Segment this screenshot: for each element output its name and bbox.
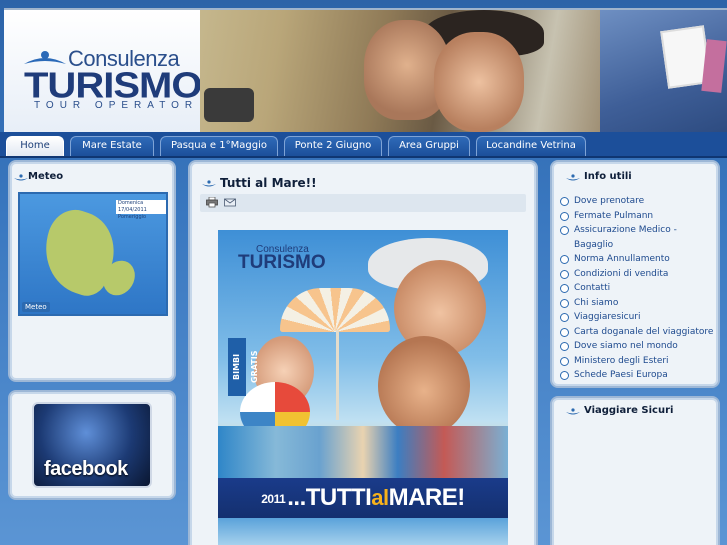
bullet-icon	[560, 371, 569, 380]
banner-year: 2011	[261, 491, 286, 506]
info-title: Info utili	[584, 171, 632, 182]
swoosh-icon	[14, 174, 28, 181]
info-label: Dove siamo nel mondo	[574, 341, 678, 351]
swoosh-icon	[566, 408, 580, 415]
bullet-icon	[560, 211, 569, 221]
facebook-label: facebook	[44, 458, 128, 480]
poster-banner: 2011...TUTTIalMARE!	[218, 478, 508, 518]
page: Consulenza TURISMO TOUR OPERATOR Home Ma…	[0, 0, 727, 545]
tab-locandine[interactable]: Locandine Vetrina	[476, 136, 586, 156]
camera-illustration	[204, 88, 254, 122]
bullet-icon	[560, 356, 569, 366]
article-title: Tutti al Mare!!	[220, 176, 317, 190]
info-link-condizioni[interactable]: Condizioni di vendita	[558, 267, 718, 282]
article-toolbar	[200, 194, 526, 212]
meteo-date: Domenica 17/04/2011 Pomeriggio	[116, 200, 166, 220]
tab-ponte-giugno[interactable]: Ponte 2 Giugno	[284, 136, 382, 156]
print-icon[interactable]	[206, 197, 218, 208]
info-label: Dove prenotare	[574, 196, 645, 206]
bullet-icon	[560, 327, 569, 337]
viaggiare-title: Viaggiare Sicuri	[584, 405, 674, 416]
info-link-carta-doganale[interactable]: Carta doganale del viaggiatore	[558, 325, 718, 340]
info-link-chi-siamo[interactable]: Chi siamo	[558, 296, 718, 311]
info-link-fermate[interactable]: Fermate Pulmann	[558, 209, 718, 224]
info-link-dove-prenotare[interactable]: Dove prenotare	[558, 194, 718, 209]
meteo-date-sub: Pomeriggio	[118, 214, 147, 220]
info-link-contatti[interactable]: Contatti	[558, 281, 718, 296]
swoosh-icon	[566, 174, 580, 181]
info-label: Assicurazione Medico - Bagaglio	[574, 225, 677, 250]
meteo-title: Meteo	[28, 171, 64, 182]
poster-logo-line2: TURISMO	[238, 252, 326, 273]
poster-bottom	[218, 518, 508, 545]
info-label: Contatti	[574, 283, 611, 293]
info-label: Chi siamo	[574, 297, 619, 308]
bullet-icon	[560, 226, 569, 235]
info-label: Condizioni di vendita	[574, 268, 669, 279]
info-label: Carta doganale del viaggiatore	[574, 326, 714, 337]
info-label: Fermate Pulmann	[574, 210, 654, 221]
info-link-viaggiaresicuri[interactable]: Viaggiaresicuri	[558, 310, 718, 325]
banner-post: MARE!	[388, 484, 466, 511]
facebook-banner[interactable]: facebook	[32, 402, 152, 488]
bullet-icon	[560, 342, 569, 351]
bullet-icon	[560, 284, 569, 293]
meteo-logo: Meteo	[22, 302, 50, 312]
facebook-panel: facebook	[8, 390, 176, 500]
meteo-panel: Meteo Domenica 17/04/2011 Pomeriggio Met…	[8, 160, 176, 382]
site-header: Consulenza TURISMO TOUR OPERATOR	[4, 8, 727, 132]
umbrella-illustration	[280, 288, 390, 332]
bimbi-gratis-badge: BIMBI GRATIS	[228, 338, 259, 396]
meteo-date-label: Domenica 17/04/2011	[118, 200, 147, 213]
bullet-icon	[560, 197, 569, 206]
man-illustration	[378, 336, 470, 436]
main-nav: Home Mare Estate Pasqua e 1°Maggio Ponte…	[0, 132, 727, 158]
logo-line3: TOUR OPERATOR	[34, 100, 199, 111]
site-logo[interactable]: Consulenza TURISMO TOUR OPERATOR	[4, 10, 202, 132]
info-link-dove-siamo[interactable]: Dove siamo nel mondo	[558, 339, 718, 354]
tab-home[interactable]: Home	[6, 136, 64, 156]
bullet-icon	[560, 269, 569, 279]
bullet-icon	[560, 313, 569, 322]
person-illustration	[434, 32, 524, 132]
umbrella-pole	[336, 330, 339, 420]
swoosh-icon	[202, 180, 216, 187]
bullet-icon	[560, 255, 569, 264]
info-link-assicurazione[interactable]: Assicurazione Medico - Bagaglio	[558, 223, 718, 252]
info-label: Schede Paesi Europa	[574, 370, 668, 380]
bullet-icon	[560, 298, 569, 308]
info-label: Ministero degli Esteri	[574, 355, 669, 366]
meteo-map[interactable]: Domenica 17/04/2011 Pomeriggio Meteo	[18, 192, 168, 316]
info-link-annullamento[interactable]: Norma Annullamento	[558, 252, 718, 267]
info-link-schede-paesi[interactable]: Schede Paesi Europa	[558, 368, 718, 383]
tab-pasqua[interactable]: Pasqua e 1°Maggio	[160, 136, 278, 156]
promo-poster[interactable]: Consulenza TURISMO BIMBI GRATIS 2011...T…	[218, 230, 508, 545]
banner-pre: ...TUTTI	[287, 484, 372, 511]
article-panel: Tutti al Mare!! Consulenza TURISMO BIMBI…	[188, 160, 538, 545]
tab-area-gruppi[interactable]: Area Gruppi	[388, 136, 470, 156]
info-link-ministero[interactable]: Ministero degli Esteri	[558, 354, 718, 369]
info-list: Dove prenotare Fermate Pulmann Assicuraz…	[558, 194, 718, 383]
info-panel: Info utili Dove prenotare Fermate Pulman…	[550, 160, 720, 388]
photo-strip	[218, 426, 508, 478]
info-label: Norma Annullamento	[574, 254, 670, 264]
viaggiare-sicuri-panel: Viaggiare Sicuri	[550, 396, 720, 545]
info-label: Viaggiaresicuri	[574, 312, 641, 322]
tab-mare-estate[interactable]: Mare Estate	[70, 136, 154, 156]
email-icon[interactable]	[224, 197, 236, 208]
banner-al: al	[371, 485, 389, 510]
